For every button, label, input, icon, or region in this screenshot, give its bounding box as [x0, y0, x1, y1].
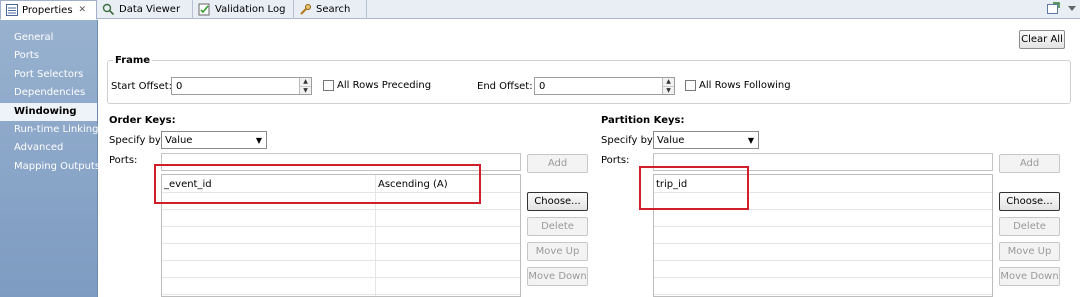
end-offset-spinner[interactable]: 0 ▲ ▼ [534, 77, 675, 95]
start-offset-label: Start Offset: [111, 81, 173, 92]
table-row [162, 279, 520, 295]
clear-all-button[interactable]: Clear All [1019, 30, 1065, 49]
frame-title: Frame [113, 55, 153, 66]
all-rows-preceding-label: All Rows Preceding [337, 80, 432, 91]
view-menu-icon[interactable] [1068, 4, 1076, 15]
table-row [162, 262, 520, 278]
spinner-arrows[interactable]: ▲ ▼ [299, 78, 311, 94]
sidebar-item-port-selectors[interactable]: Port Selectors [0, 66, 97, 84]
close-icon[interactable]: ✕ [79, 5, 87, 15]
partition-keys-highlight-box [639, 166, 749, 210]
pin-view-icon[interactable] [1047, 2, 1060, 17]
table-row [654, 228, 992, 244]
start-offset-spinner[interactable]: 0 ▲ ▼ [171, 77, 312, 95]
tab-search[interactable]: Search [295, 0, 367, 19]
all-rows-following-checkbox[interactable] [685, 80, 696, 91]
partition-move-down-button[interactable]: Move Down [999, 267, 1060, 286]
windowing-panel: Clear All Frame Start Offset: 0 ▲ ▼ All R… [99, 20, 1080, 297]
order-choose-button[interactable]: Choose... [527, 192, 588, 211]
search-icon [299, 3, 312, 16]
table-row [162, 211, 520, 227]
table-row [162, 228, 520, 244]
partition-ports-label: Ports: [601, 155, 630, 166]
order-delete-button[interactable]: Delete [527, 217, 588, 236]
table-row [654, 245, 992, 261]
order-add-button[interactable]: Add [527, 154, 588, 173]
spinner-arrows[interactable]: ▲ ▼ [662, 78, 674, 94]
partition-specify-by-select[interactable]: Value ▼ [653, 131, 759, 149]
data-viewer-icon [102, 3, 115, 16]
chevron-down-icon: ▼ [747, 136, 754, 145]
sidebar-item-ports[interactable]: Ports [0, 47, 97, 65]
order-move-down-button[interactable]: Move Down [527, 267, 588, 286]
order-ports-label: Ports: [109, 155, 138, 166]
tab-label: Search [316, 4, 351, 15]
chevron-down-icon: ▼ [255, 136, 262, 145]
property-sections-sidebar: General Ports Port Selectors Dependencie… [0, 20, 100, 297]
sidebar-item-windowing[interactable]: Windowing [0, 103, 97, 121]
properties-icon [5, 4, 18, 17]
order-keys-highlight-box [154, 164, 481, 204]
tab-properties[interactable]: Properties ✕ [0, 0, 97, 20]
all-rows-preceding-checkbox[interactable] [323, 80, 334, 91]
table-row [654, 262, 992, 278]
tab-label: Data Viewer [119, 4, 181, 15]
end-offset-label: End Offset: [477, 81, 533, 92]
tab-label: Validation Log [215, 4, 286, 15]
properties-view: Properties ✕ Data Viewer Validation Log … [0, 0, 1080, 297]
partition-keys-title: Partition Keys: [601, 115, 685, 126]
start-offset-value: 0 [176, 80, 183, 92]
order-keys-title: Order Keys: [109, 115, 176, 126]
sidebar-item-general[interactable]: General [0, 29, 97, 47]
partition-move-up-button[interactable]: Move Up [999, 242, 1060, 261]
validation-log-icon [198, 3, 211, 16]
end-offset-value: 0 [539, 80, 546, 92]
view-tab-bar: Properties ✕ Data Viewer Validation Log … [0, 0, 1080, 20]
sidebar-item-advanced[interactable]: Advanced [0, 139, 97, 157]
sidebar-item-run-time-linking[interactable]: Run-time Linking [0, 121, 99, 139]
view-toolbar [1047, 2, 1076, 17]
partition-delete-button[interactable]: Delete [999, 217, 1060, 236]
order-move-up-button[interactable]: Move Up [527, 242, 588, 261]
order-specify-by-label: Specify by: [109, 135, 164, 146]
tab-label: Properties [22, 4, 73, 16]
tab-validation-log[interactable]: Validation Log [194, 0, 294, 19]
table-row [654, 211, 992, 227]
table-row [654, 279, 992, 295]
sidebar-item-dependencies[interactable]: Dependencies [0, 84, 97, 102]
partition-choose-button[interactable]: Choose... [999, 192, 1060, 211]
order-specify-by-select[interactable]: Value ▼ [161, 131, 267, 149]
order-specify-by-value: Value [165, 134, 193, 146]
tab-data-viewer[interactable]: Data Viewer [98, 0, 193, 19]
partition-specify-by-label: Specify by: [601, 135, 656, 146]
partition-specify-by-value: Value [657, 134, 685, 146]
partition-add-button[interactable]: Add [999, 154, 1060, 173]
table-row [162, 245, 520, 261]
sidebar-item-mapping-outputs[interactable]: Mapping Outputs [0, 158, 100, 176]
all-rows-following-label: All Rows Following [699, 80, 791, 91]
